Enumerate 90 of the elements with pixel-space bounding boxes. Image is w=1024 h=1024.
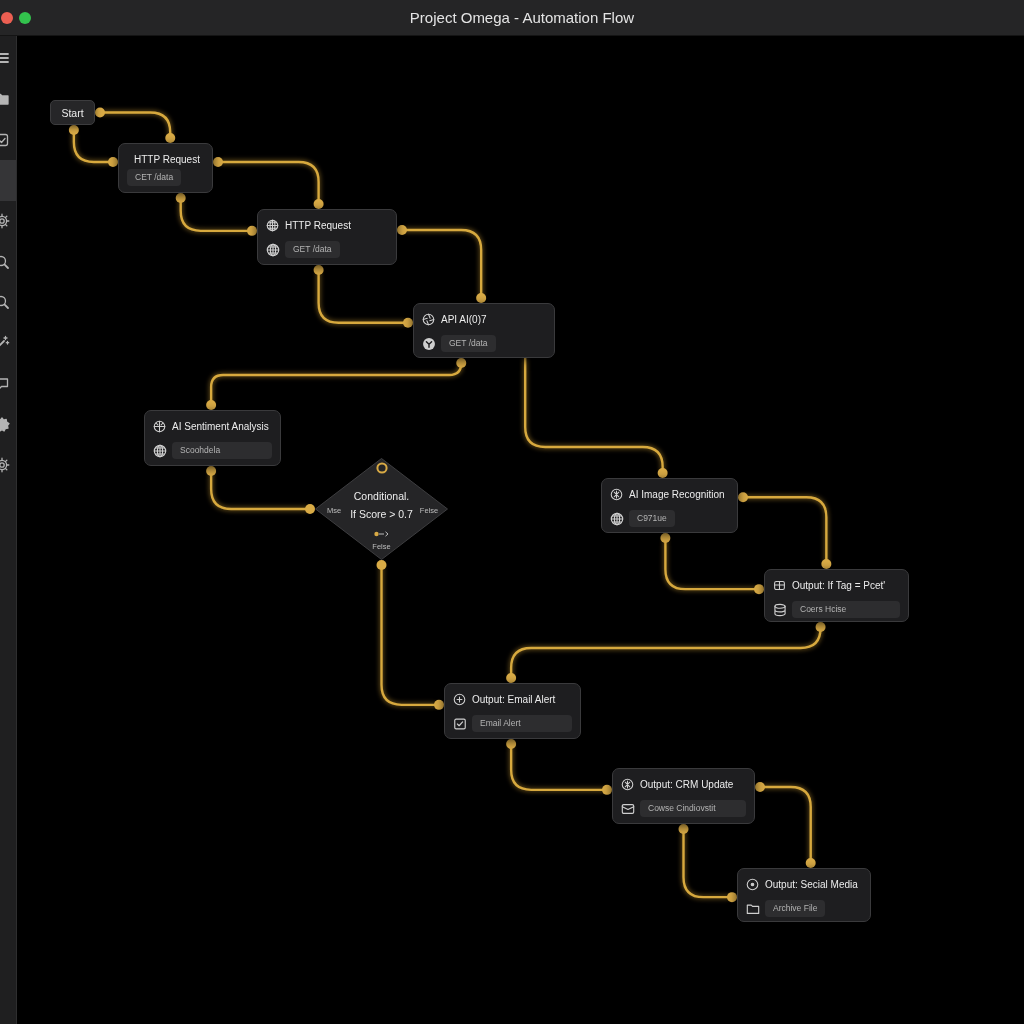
checkbox-icon: [0, 131, 10, 148]
port-dot[interactable]: [247, 225, 257, 236]
circle-icon: [746, 877, 759, 891]
port-dot[interactable]: [397, 225, 407, 235]
port-dot[interactable]: [434, 699, 444, 710]
param-chip: Cowse Cindiovstit: [640, 800, 746, 817]
node-title: AI Sentiment Analysis: [172, 420, 269, 432]
folder-icon: [0, 91, 10, 108]
port-dot[interactable]: [815, 622, 826, 632]
aperture-icon: [422, 312, 435, 326]
node-title: Output: Secial Media: [765, 878, 858, 890]
port-dot[interactable]: [206, 466, 217, 476]
param-chip: Coers Hcise: [792, 601, 900, 618]
port-dot[interactable]: [727, 892, 737, 903]
condition-text: If Score > 0.7: [350, 508, 413, 520]
port-dot[interactable]: [206, 400, 217, 410]
port-dot[interactable]: [175, 193, 186, 203]
flow-node[interactable]: Output: Email Alert Email Alert: [444, 683, 581, 739]
port-dot[interactable]: [755, 782, 765, 793]
node-title: HTTP Request: [285, 219, 351, 231]
flow-node[interactable]: HTTP Request GET /data: [257, 209, 397, 265]
param-chip: GET /data: [285, 241, 340, 258]
search-icon: [0, 253, 10, 270]
port-dot[interactable]: [305, 504, 315, 514]
box-icon: [773, 578, 786, 592]
port-dot[interactable]: [738, 492, 748, 503]
port-dot[interactable]: [376, 560, 387, 570]
decision-node[interactable]: [315, 458, 448, 560]
crosshair-icon: [153, 419, 166, 433]
flow-node[interactable]: AI Sentiment Analysis Scoohdela: [144, 410, 281, 466]
arrow-icon: [373, 531, 390, 537]
flow-node[interactable]: HTTP Request CET /data: [118, 143, 213, 193]
param-chip: C971ue: [629, 510, 675, 527]
gear-icon: [0, 416, 10, 433]
param-chip: Email Alert: [472, 715, 572, 732]
plus-circle-icon: [453, 692, 466, 706]
node-title: API AI(0)7: [441, 313, 487, 325]
port-dot[interactable]: [313, 265, 324, 275]
flow-node[interactable]: Output: Secial Media Archive File: [737, 868, 871, 922]
port-dot[interactable]: [657, 468, 668, 478]
port-dot[interactable]: [754, 584, 764, 595]
gear-icon: [0, 457, 10, 474]
port-dot[interactable]: [602, 784, 612, 795]
zoom-button[interactable]: [19, 11, 31, 24]
flow-node[interactable]: Output: CRM Update Cowse Cindiovstit: [612, 768, 755, 824]
globe-icon: [153, 443, 167, 458]
port-dot[interactable]: [68, 125, 79, 135]
folder-icon: [746, 901, 760, 916]
port-dot[interactable]: [403, 317, 413, 328]
port-dot[interactable]: [108, 157, 118, 167]
port-dot[interactable]: [805, 858, 816, 868]
param-chip: Archive File: [765, 900, 826, 917]
envelope-icon: [621, 801, 635, 816]
asterisk-icon: [621, 777, 634, 791]
port-dot[interactable]: [506, 739, 517, 749]
start-node[interactable]: Start: [50, 100, 95, 125]
globe-icon: [266, 242, 280, 257]
node-title: HTTP Request: [134, 153, 200, 165]
port-dot[interactable]: [660, 533, 671, 543]
port-dot[interactable]: [506, 673, 517, 683]
flow-node[interactable]: API AI(0)7 GET /data: [413, 303, 555, 358]
filled-circle-icon: [422, 336, 436, 351]
port-dot[interactable]: [456, 358, 467, 368]
node-title: Output: Email Alert: [472, 693, 556, 705]
param-chip: CET /data: [127, 169, 182, 186]
port-dot[interactable]: [821, 559, 832, 569]
node-title: AI Image Recognition: [629, 488, 725, 500]
param-chip: Scoohdela: [172, 442, 272, 459]
node-title: Output: If Tag = Pcet': [792, 579, 886, 591]
close-button[interactable]: [1, 11, 13, 24]
globe-icon: [610, 511, 624, 526]
ring-icon: [375, 462, 388, 474]
decision-title: Conditional.: [353, 490, 410, 502]
port-dot[interactable]: [213, 157, 223, 167]
port-dot[interactable]: [165, 133, 176, 143]
param-chip: GET /data: [441, 335, 496, 352]
database-icon: [773, 602, 787, 617]
window-title: Project Omega - Automation Flow: [409, 9, 635, 26]
search-icon: [0, 294, 10, 311]
port-dot[interactable]: [476, 293, 487, 303]
port-dot[interactable]: [313, 199, 324, 209]
gear-icon: [0, 213, 10, 230]
flow-node[interactable]: Output: If Tag = Pcet' Coers Hcise: [764, 569, 909, 622]
checkbox-icon: [453, 716, 467, 731]
port-dot[interactable]: [678, 824, 689, 834]
node-title: Output: CRM Update: [640, 778, 734, 790]
flow-node[interactable]: AI Image Recognition C971ue: [601, 478, 738, 533]
globe-icon: [266, 218, 279, 232]
port-dot[interactable]: [95, 107, 105, 118]
asterisk-icon: [610, 487, 623, 501]
